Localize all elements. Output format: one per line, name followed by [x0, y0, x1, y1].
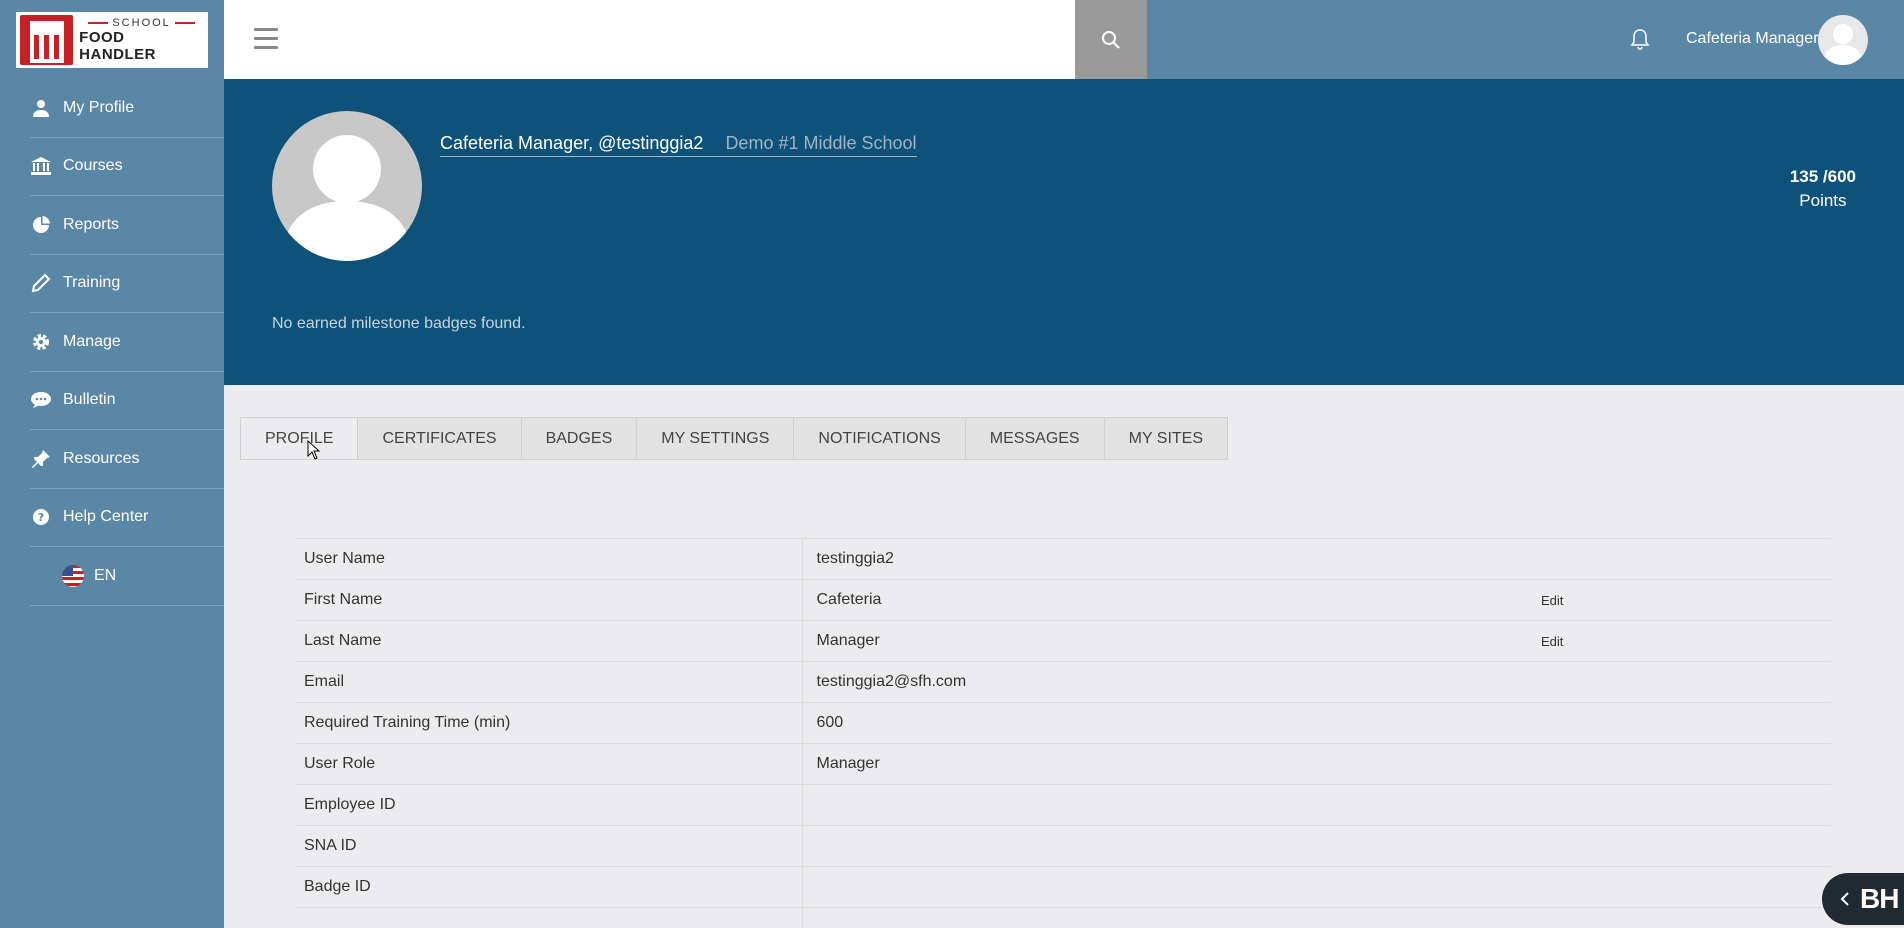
profile-heading: Cafeteria Manager, @testinggia2 Demo #1 … — [440, 133, 917, 157]
sidebar-item-training[interactable]: Training — [30, 255, 224, 313]
profile-school[interactable]: Demo #1 Middle School — [725, 133, 916, 154]
sidebar-item-label: Reports — [63, 215, 120, 233]
table-row: First Name Cafeteria Edit — [296, 579, 1831, 621]
points-value: 135 /600 — [1789, 167, 1856, 186]
menu-icon[interactable] — [254, 28, 278, 50]
user-icon — [30, 97, 52, 119]
field-label: Required Training Time (min) — [296, 702, 803, 744]
chevron-left-icon — [1840, 892, 1849, 906]
field-label: Email — [296, 661, 803, 703]
profile-table: User Name testinggia2 First Name Cafeter… — [296, 538, 1831, 928]
pie-chart-icon — [30, 214, 52, 236]
table-row: Badge ID — [296, 866, 1831, 908]
sidebar-item-label: Resources — [63, 449, 140, 467]
tab-notifications[interactable]: NOTIFICATIONS — [794, 418, 966, 459]
field-label: User Role — [296, 743, 803, 785]
sidebar-item-help-center[interactable]: ? Help Center — [30, 489, 224, 547]
sidebar-item-my-profile[interactable]: My Profile — [30, 79, 224, 138]
help-widget-button[interactable]: BH — [1822, 873, 1904, 925]
badges-message: No earned milestone badges found. — [272, 315, 526, 332]
sidebar-item-label: Training — [63, 274, 121, 292]
tab-profile[interactable]: PROFILE — [241, 418, 359, 459]
table-row: User Role Manager — [296, 743, 1831, 785]
points-display: 135 /600 Points — [1790, 167, 1856, 211]
field-value — [802, 784, 1541, 826]
field-value: testinggia2@sfh.com — [802, 661, 1541, 703]
field-value — [802, 866, 1541, 908]
field-label: SNA ID — [296, 825, 803, 867]
mouse-cursor-icon — [307, 440, 321, 460]
tab-certificates[interactable]: CERTIFICATES — [358, 418, 522, 459]
logo-area: SCHOOL FOOD HANDLER — [0, 0, 224, 79]
sidebar-item-label: Help Center — [63, 508, 149, 526]
sidebar-item-label: Bulletin — [63, 391, 116, 409]
user-menu-name[interactable]: Cafeteria Manager — [1686, 30, 1819, 48]
help-icon: ? — [30, 506, 52, 528]
fork-spoon-icon — [20, 14, 74, 65]
field-value: Cafeteria — [802, 579, 1541, 621]
field-value: Manager — [802, 743, 1541, 785]
chat-icon — [30, 389, 52, 411]
widget-logo: BH — [1860, 883, 1899, 914]
us-flag-icon — [62, 564, 84, 587]
bell-icon[interactable] — [1630, 28, 1652, 50]
tab-my-sites[interactable]: MY SITES — [1104, 418, 1227, 459]
field-label: First Name — [296, 579, 803, 621]
sidebar-item-bulletin[interactable]: Bulletin — [30, 372, 224, 430]
table-row: SNA ID — [296, 825, 1831, 867]
sidebar-item-label: My Profile — [63, 98, 135, 116]
sidebar: SCHOOL FOOD HANDLER My Profile Courses R… — [0, 0, 224, 928]
profile-name[interactable]: Cafeteria Manager, @testinggia2 — [440, 133, 703, 154]
profile-tabs: PROFILE CERTIFICATES BADGES MY SETTINGS … — [240, 417, 1228, 460]
brand-line2: FOOD HANDLER — [79, 28, 156, 63]
sidebar-item-label: Manage — [63, 332, 121, 350]
gear-icon — [30, 331, 52, 353]
sidebar-item-reports[interactable]: Reports — [30, 196, 224, 255]
top-bar: Cafeteria Manager — [224, 0, 1904, 79]
sidebar-item-resources[interactable]: Resources — [30, 430, 224, 489]
search-button[interactable] — [1075, 0, 1147, 79]
tab-my-settings[interactable]: MY SETTINGS — [637, 418, 795, 459]
tab-messages[interactable]: MESSAGES — [965, 418, 1105, 459]
edit-first-name-link[interactable]: Edit — [1541, 593, 1563, 608]
sidebar-item-manage[interactable]: Manage — [30, 313, 224, 372]
field-value: 600 — [802, 702, 1541, 744]
field-value — [802, 825, 1541, 867]
table-row: User Name testinggia2 — [296, 538, 1831, 580]
points-label: Points — [1799, 191, 1847, 210]
search-icon — [1102, 30, 1120, 49]
pin-icon — [30, 448, 52, 470]
brand-line1: SCHOOL — [112, 16, 171, 29]
sidebar-item-courses[interactable]: Courses — [30, 138, 224, 196]
bank-icon — [30, 155, 52, 177]
table-row — [296, 907, 1831, 928]
pencil-icon — [30, 272, 52, 294]
top-bar-left — [224, 0, 1075, 79]
sidebar-item-label: Courses — [63, 157, 123, 175]
edit-last-name-link[interactable]: Edit — [1541, 634, 1563, 649]
field-label: Employee ID — [296, 784, 803, 826]
svg-text:?: ? — [38, 511, 44, 524]
field-value: testinggia2 — [802, 538, 1541, 580]
avatar[interactable] — [1818, 15, 1868, 65]
field-label: Last Name — [296, 620, 803, 662]
field-value: Manager — [802, 620, 1541, 662]
table-row: Employee ID — [296, 784, 1831, 826]
table-row: Required Training Time (min) 600 — [296, 702, 1831, 744]
field-label: User Name — [296, 538, 803, 580]
language-label: EN — [94, 566, 117, 584]
table-row: Email testinggia2@sfh.com — [296, 661, 1831, 703]
brand-logo[interactable]: SCHOOL FOOD HANDLER — [16, 11, 208, 68]
profile-avatar — [272, 111, 422, 261]
language-selector[interactable]: EN — [30, 547, 224, 606]
tab-badges[interactable]: BADGES — [521, 418, 638, 459]
table-row: Last Name Manager Edit — [296, 620, 1831, 662]
field-label: Badge ID — [296, 866, 803, 908]
profile-banner: Cafeteria Manager, @testinggia2 Demo #1 … — [224, 79, 1904, 385]
